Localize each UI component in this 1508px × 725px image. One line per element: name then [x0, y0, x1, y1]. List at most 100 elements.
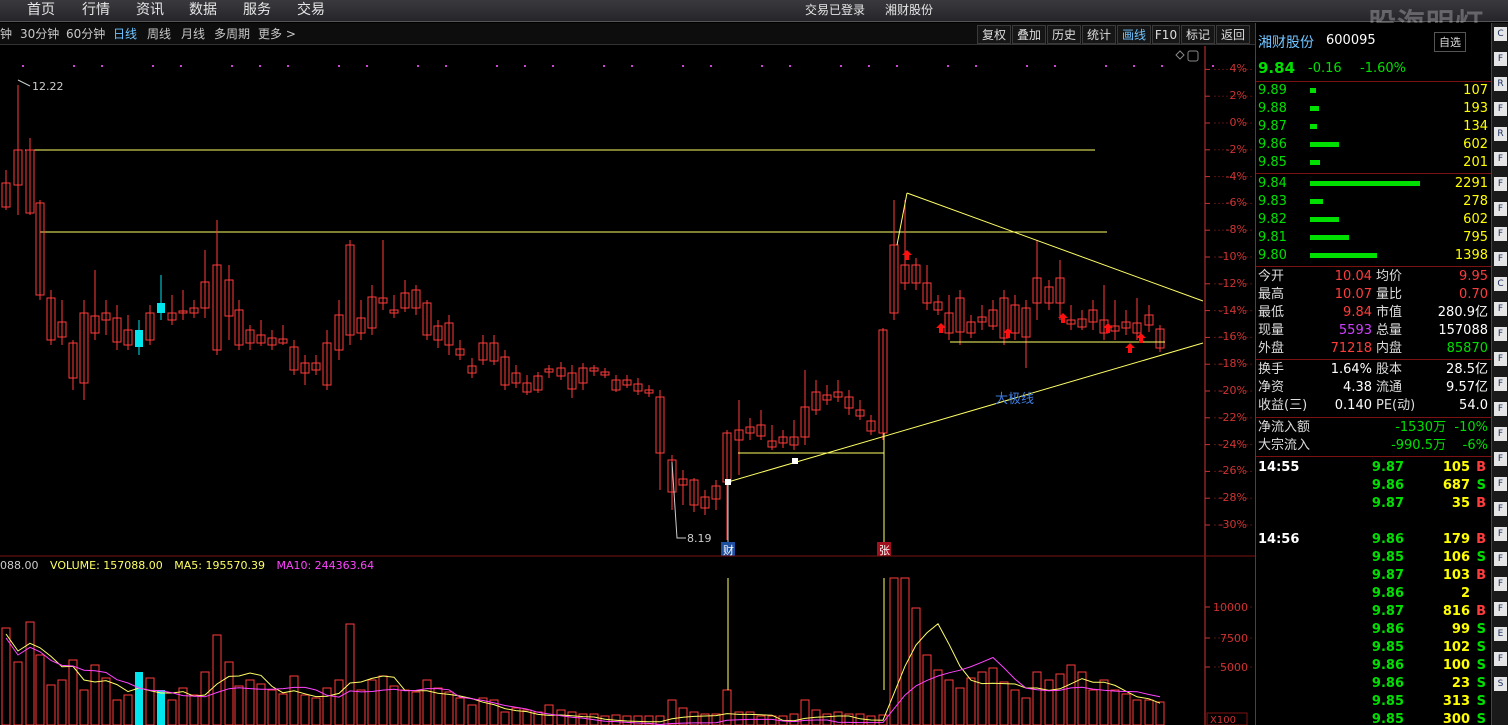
- candlestick-chart[interactable]: 12.22 8.19 大极线财 张: [0, 46, 1255, 557]
- order-row: 9.81 795: [1256, 229, 1492, 247]
- side-tool-icon[interactable]: R: [1494, 77, 1507, 91]
- order-volume: 1398: [1454, 248, 1488, 263]
- side-tool-icon[interactable]: F: [1494, 327, 1507, 341]
- side-tool-icon[interactable]: F: [1494, 252, 1507, 266]
- side-tool-icon[interactable]: F: [1494, 652, 1507, 666]
- order-price: 9.89: [1258, 83, 1287, 98]
- menu-home[interactable]: 首页: [27, 0, 55, 22]
- vol-axis-label: 7500: [1220, 632, 1248, 645]
- volume-bar-up: [944, 679, 954, 725]
- side-tool-icon[interactable]: F: [1494, 377, 1507, 391]
- volume-bar-up: [933, 669, 943, 725]
- order-bar: [1310, 235, 1349, 240]
- side-tool-icon[interactable]: F: [1494, 227, 1507, 241]
- event-dot: [975, 65, 977, 67]
- order-volume: 201: [1463, 155, 1488, 170]
- account-name[interactable]: 湘财股份: [885, 0, 933, 22]
- btn-stats[interactable]: 统计: [1082, 25, 1116, 44]
- side-tool-icon[interactable]: C: [1494, 27, 1507, 41]
- volume-chart[interactable]: 10000 7500 5000 X100: [0, 557, 1255, 725]
- event-dot: [789, 65, 791, 67]
- btn-overlay[interactable]: 叠加: [1012, 25, 1046, 44]
- watchlist-selector[interactable]: 自选: [1434, 32, 1466, 52]
- volume-bar-up: [467, 704, 477, 725]
- stat-row: 净资 4.38 流通 9.57亿: [1256, 379, 1492, 397]
- volume-bar-up: [245, 679, 255, 725]
- side-tool-icon[interactable]: F: [1494, 52, 1507, 66]
- tick-volume: 23: [1451, 676, 1470, 691]
- side-tool-icon[interactable]: F: [1494, 602, 1507, 616]
- btn-mark[interactable]: 标记: [1181, 25, 1215, 44]
- side-tool-icon[interactable]: S: [1494, 677, 1507, 691]
- side-tool-icon[interactable]: F: [1494, 102, 1507, 116]
- tick-side: S: [1476, 478, 1486, 493]
- tick-row: 9.86 23 S: [1256, 675, 1492, 693]
- event-dot: [603, 65, 605, 67]
- volume-bar-up: [800, 699, 810, 725]
- event-dot: [1026, 65, 1028, 67]
- menu-data[interactable]: 数据: [189, 0, 217, 22]
- side-tool-icon[interactable]: R: [1494, 127, 1507, 141]
- event-dot: [1161, 65, 1163, 67]
- menu-service[interactable]: 服务: [243, 0, 271, 22]
- volume-bar-up: [300, 694, 310, 725]
- side-tool-icon[interactable]: F: [1494, 577, 1507, 591]
- volume-bar-up: [378, 675, 388, 725]
- event-dot: [180, 65, 182, 67]
- stat-label: PE(动): [1376, 398, 1416, 413]
- flow-label: 净流入额: [1258, 420, 1311, 435]
- btn-fuquan[interactable]: 复权: [977, 25, 1011, 44]
- period-monthly[interactable]: 月线: [181, 23, 205, 45]
- side-tool-icon[interactable]: F: [1494, 177, 1507, 191]
- event-dot: [552, 65, 554, 67]
- marker-zhang[interactable]: 张: [879, 544, 890, 557]
- tick-side: B: [1476, 460, 1486, 475]
- btn-draw[interactable]: 画线: [1117, 25, 1151, 44]
- side-tool-icon[interactable]: F: [1494, 402, 1507, 416]
- side-tool-icon[interactable]: F: [1494, 352, 1507, 366]
- volume-bar-up: [1144, 699, 1154, 725]
- flow-pct: -10%: [1454, 420, 1488, 435]
- menu-news[interactable]: 资讯: [136, 0, 164, 22]
- period-minute[interactable]: 钟: [0, 23, 12, 45]
- period-weekly[interactable]: 周线: [147, 23, 171, 45]
- period-30min[interactable]: 30分钟: [20, 23, 59, 45]
- price-axis-label: -28%: [1218, 491, 1247, 505]
- side-tool-icon[interactable]: F: [1494, 452, 1507, 466]
- menu-trade[interactable]: 交易: [297, 0, 325, 22]
- order-price: 9.82: [1258, 212, 1287, 227]
- divider: [1256, 173, 1492, 174]
- side-tool-icon[interactable]: E: [1494, 627, 1507, 641]
- menu-market[interactable]: 行情: [82, 0, 110, 22]
- btn-history[interactable]: 历史: [1047, 25, 1081, 44]
- tick-side: B: [1476, 532, 1486, 547]
- stat-label: 市值: [1376, 305, 1403, 320]
- side-tool-icon[interactable]: F: [1494, 502, 1507, 516]
- side-tool-icon[interactable]: F: [1494, 477, 1507, 491]
- side-tool-icon[interactable]: C: [1494, 277, 1507, 291]
- btn-back[interactable]: 返回: [1216, 25, 1250, 44]
- period-more[interactable]: 更多 >: [258, 23, 296, 45]
- side-tool-icon[interactable]: F: [1494, 152, 1507, 166]
- period-daily[interactable]: 日线: [113, 23, 137, 45]
- tick-price: 9.86: [1371, 478, 1404, 493]
- stat-label: 净资: [1258, 380, 1285, 395]
- period-multi[interactable]: 多周期: [214, 23, 250, 45]
- volume-bar-up: [1032, 671, 1042, 725]
- side-tool-icon[interactable]: F: [1494, 427, 1507, 441]
- volume-bar-up: [311, 697, 321, 725]
- side-tool-icon[interactable]: F: [1494, 527, 1507, 541]
- side-tool-icon[interactable]: F: [1494, 202, 1507, 216]
- tick-row: 9.85 300 S: [1256, 711, 1492, 725]
- event-dot: [231, 65, 233, 67]
- side-tool-icon[interactable]: F: [1494, 552, 1507, 566]
- period-60min[interactable]: 60分钟: [66, 23, 105, 45]
- order-price: 9.86: [1258, 137, 1287, 152]
- side-tool-icon[interactable]: F: [1494, 302, 1507, 316]
- marker-cai[interactable]: 财: [723, 543, 734, 557]
- tick-row: 9.85 313 S: [1256, 693, 1492, 711]
- event-dot: [101, 65, 103, 67]
- volume-bar-up: [889, 577, 899, 725]
- event-dot: [896, 65, 898, 67]
- btn-f10[interactable]: F10: [1152, 25, 1180, 44]
